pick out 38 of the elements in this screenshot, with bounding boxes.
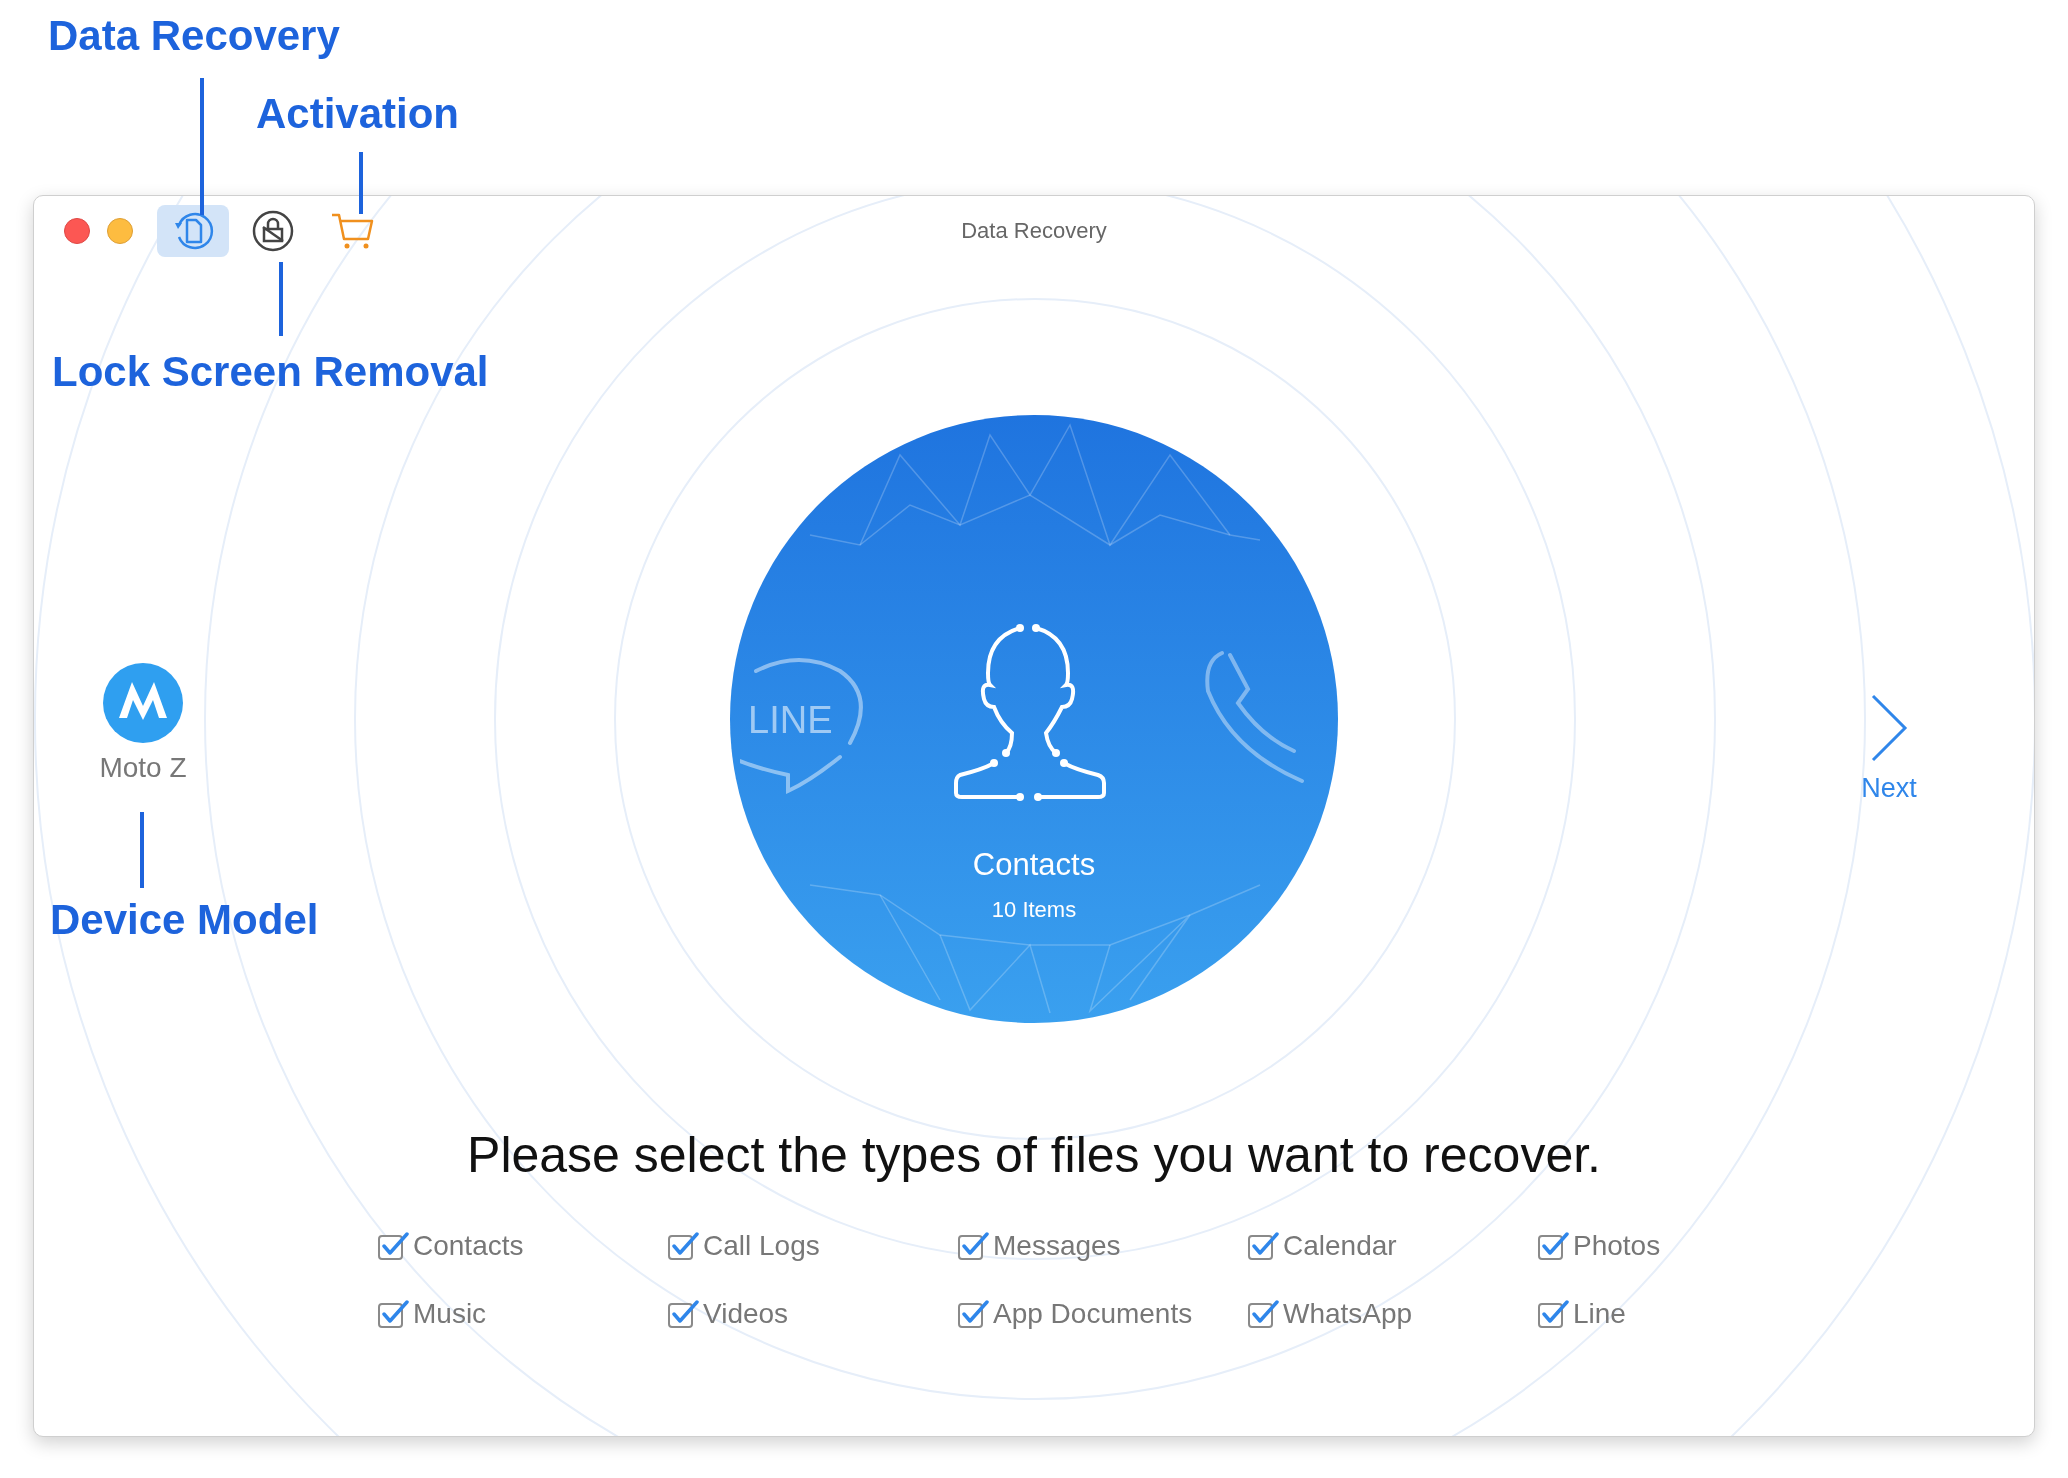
checkbox[interactable]	[377, 1231, 409, 1261]
checkbox[interactable]	[667, 1299, 699, 1329]
minimize-button[interactable]	[107, 218, 133, 244]
file-type-option[interactable]: Photos	[1537, 1230, 1661, 1262]
callout-label: Device Model	[50, 896, 319, 944]
item-count: 10 Items	[991, 897, 1077, 923]
checkbox[interactable]	[1247, 1299, 1279, 1329]
file-type-option[interactable]: Line	[1537, 1298, 1626, 1330]
callout-label: Lock Screen Removal	[52, 348, 489, 396]
data-recovery-button[interactable]	[157, 205, 229, 257]
file-type-option[interactable]: Music	[377, 1298, 487, 1330]
checkbox[interactable]	[667, 1231, 699, 1261]
device-logo-icon	[102, 662, 184, 744]
file-type-option[interactable]: Calendar	[1247, 1230, 1397, 1262]
chevron-right-icon	[1869, 693, 1909, 763]
checkbox[interactable]	[377, 1299, 409, 1329]
file-type-option[interactable]: Videos	[667, 1298, 789, 1330]
file-type-option[interactable]: App Documents	[957, 1298, 1193, 1330]
checkbox[interactable]	[1537, 1299, 1569, 1329]
category-name: Contacts	[972, 847, 1096, 883]
next-button[interactable]: Next	[1861, 693, 1917, 804]
close-button[interactable]	[64, 218, 90, 244]
file-type-option[interactable]: WhatsApp	[1247, 1298, 1413, 1330]
shopping-cart-icon	[330, 211, 376, 251]
checkbox[interactable]	[957, 1231, 989, 1261]
instruction-text: Please select the types of files you want to recover.	[466, 1126, 1602, 1184]
checkbox[interactable]	[957, 1299, 989, 1329]
file-type-option[interactable]: Contacts	[377, 1230, 524, 1262]
file-type-option[interactable]: Messages	[957, 1230, 1121, 1262]
window-title: Data Recovery	[960, 218, 1108, 244]
callout-label: Data Recovery	[48, 12, 340, 60]
checkbox[interactable]	[1537, 1231, 1569, 1261]
checkbox[interactable]	[1247, 1231, 1279, 1261]
device-name: Moto Z	[99, 752, 187, 784]
callout-label: Activation	[256, 90, 460, 138]
file-type-option[interactable]: Call Logs	[667, 1230, 820, 1262]
line-logo-text: LINE	[748, 699, 833, 741]
padlock-crossed-icon	[251, 209, 295, 253]
